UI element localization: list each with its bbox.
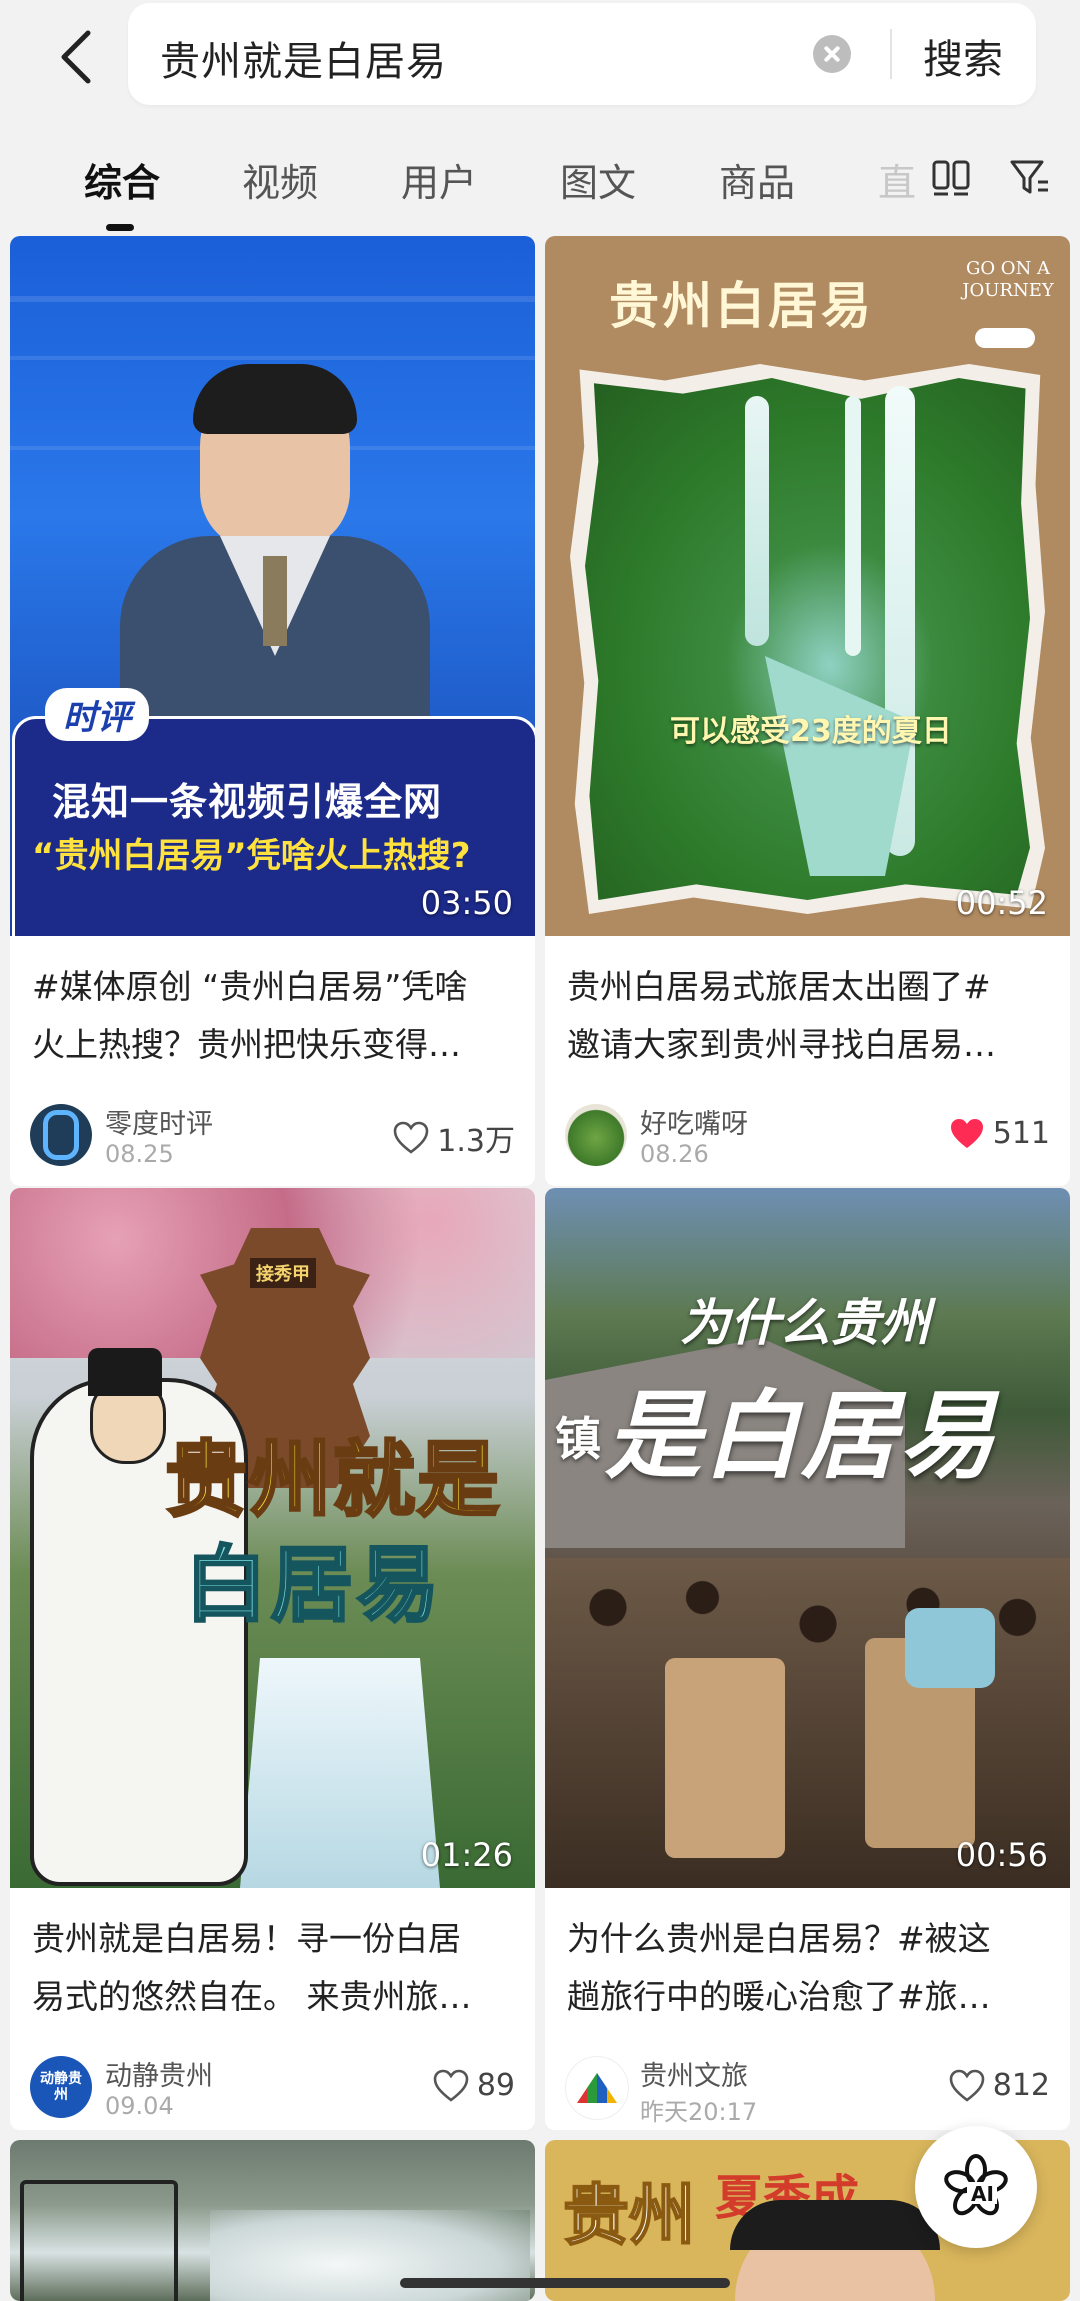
cover-line-2: 白居易 [183,1537,444,1635]
tab-users[interactable]: 用户 [401,152,477,207]
tab-video[interactable]: 视频 [242,152,318,207]
card-title[interactable]: 为什么贵州是白居易？#被这 趟旅行中的暖心治愈了#旅… [567,1910,1047,2026]
card-title-line-2: 趟旅行中的暖心治愈了#旅… [567,1977,991,2016]
heart-outline-icon [393,1121,429,1154]
ai-assistant-button[interactable]: AI [915,2126,1037,2248]
like-button[interactable]: 812 [949,2068,1050,2103]
tab-live[interactable]: 直 [878,152,916,207]
video-duration: 00:56 [955,1836,1048,1874]
card-title[interactable]: #媒体原创 “贵州白居易”凭啥 火上热搜？贵州把快乐变得… [32,958,512,1074]
author-name[interactable]: 零度时评 [105,1102,213,1141]
filter-icon[interactable] [1008,156,1052,200]
like-count: 89 [476,2068,515,2103]
top-bar: 贵州就是白居易 搜索 [0,0,1080,120]
post-date: 08.26 [640,1140,709,1168]
card-title-line-1: #媒体原创 “贵州白居易”凭啥 [32,967,468,1006]
search-box[interactable]: 贵州就是白居易 搜索 [128,3,1036,105]
like-count: 812 [992,2068,1050,2103]
video-thumbnail[interactable]: 接秀甲 贵州就是 白居易 01:26 [10,1188,535,1888]
author-name[interactable]: 动静贵州 [105,2054,213,2093]
clear-icon[interactable] [813,35,851,73]
avatar[interactable] [565,2056,629,2120]
like-button[interactable]: 511 [949,1116,1050,1151]
chevron-left-icon [61,30,91,84]
cover-title: 贵州白居易 [609,277,874,335]
like-count: 1.3万 [437,1124,515,1159]
video-thumbnail[interactable] [10,2140,535,2301]
like-button[interactable]: 1.3万 [393,1116,515,1160]
card-title[interactable]: 贵州就是白居易！寻一份白居 易式的悠然自在。 来贵州旅… [32,1910,512,2026]
video-thumbnail[interactable]: 时评 混知一条视频引爆全网 “贵州白居易”凭啥火上热搜? 03:50 [10,236,535,936]
divider [890,29,892,79]
card-title-line-2: 邀请大家到贵州寻找白居易… [567,1025,996,1064]
avatar[interactable]: 动静贵州 [30,2056,92,2118]
ai-label: AI [971,2182,994,2206]
tab-image-text[interactable]: 图文 [560,152,636,207]
result-card-5[interactable] [10,2140,535,2301]
cover-line-1: 混知一条视频引爆全网 [52,780,443,824]
ai-flower-icon: AI [944,2154,1008,2216]
heart-filled-icon [950,1118,983,1148]
post-date: 08.25 [105,1140,174,1168]
cover-line-1: 为什么贵州 [680,1294,930,1352]
result-card-4[interactable]: 为什么贵州 镇 是白居易 00:56 为什么贵州是白居易？#被这 趟旅行中的暖心… [545,1188,1070,2130]
card-title-line-2: 易式的悠然自在。 来贵州旅… [32,1977,472,2016]
avatar[interactable] [30,1104,92,1166]
back-button[interactable] [46,22,106,92]
avatar-text: 动静贵州 [40,2071,82,2103]
search-button[interactable]: 搜索 [923,27,1003,85]
heart-outline-icon [433,2069,469,2102]
card-title-line-2: 火上热搜？贵州把快乐变得… [32,1025,461,1064]
author-name[interactable]: 贵州文旅 [640,2054,748,2093]
cover-line-2: “贵州白居易”凭啥火上热搜? [32,836,471,876]
card-title-line-1: 贵州白居易式旅居太出圈了# [567,967,991,1006]
filter-tabs: 综合 视频 用户 图文 商品 直 [0,130,1080,231]
tab-products[interactable]: 商品 [719,152,795,207]
post-date: 昨天20:17 [640,2098,758,2126]
cover-side: 镇 [555,1412,601,1466]
card-title-line-1: 为什么贵州是白居易？#被这 [567,1919,991,1958]
pagoda-sign: 接秀甲 [250,1258,316,1288]
result-card-1[interactable]: 时评 混知一条视频引爆全网 “贵州白居易”凭啥火上热搜? 03:50 #媒体原创… [10,236,535,1186]
cover-subtitle: GO ON A JOURNEY [962,258,1054,301]
video-duration: 01:26 [420,1836,513,1874]
like-button[interactable]: 89 [433,2068,515,2103]
result-card-2[interactable]: 贵州白居易 GO ON A JOURNEY 可以感受23度的夏日 00:52 贵… [545,236,1070,1186]
video-thumbnail[interactable]: 为什么贵州 镇 是白居易 00:56 [545,1188,1070,1888]
tab-active-indicator [106,224,134,231]
video-thumbnail[interactable]: 贵州白居易 GO ON A JOURNEY 可以感受23度的夏日 00:52 [545,236,1070,936]
cover-line-2: 是白居易 [605,1380,997,1492]
author-name[interactable]: 好吃嘴呀 [640,1102,748,1141]
heart-outline-icon [949,2069,985,2102]
cover-line-1: 贵州 [562,2176,696,2255]
like-count: 511 [992,1116,1050,1151]
result-card-3[interactable]: 接秀甲 贵州就是 白居易 01:26 贵州就是白居易！寻一份白居 易式的悠然自在… [10,1188,535,2130]
avatar[interactable] [565,1104,627,1166]
layout-toggle-icon[interactable] [930,156,974,200]
post-date: 09.04 [105,2092,174,2120]
search-input[interactable]: 贵州就是白居易 [160,29,447,87]
card-title-line-1: 贵州就是白居易！寻一份白居 [32,1919,461,1958]
tab-all[interactable]: 综合 [84,152,160,207]
card-title[interactable]: 贵州白居易式旅居太出圈了# 邀请大家到贵州寻找白居易… [567,958,1047,1074]
video-duration: 03:50 [420,884,513,922]
cover-caption: 可以感受23度的夏日 [670,714,952,749]
cover-line-1: 贵州就是 [163,1432,502,1530]
cover-badge: 时评 [45,688,149,741]
video-duration: 00:52 [955,884,1048,922]
home-indicator [400,2278,730,2288]
